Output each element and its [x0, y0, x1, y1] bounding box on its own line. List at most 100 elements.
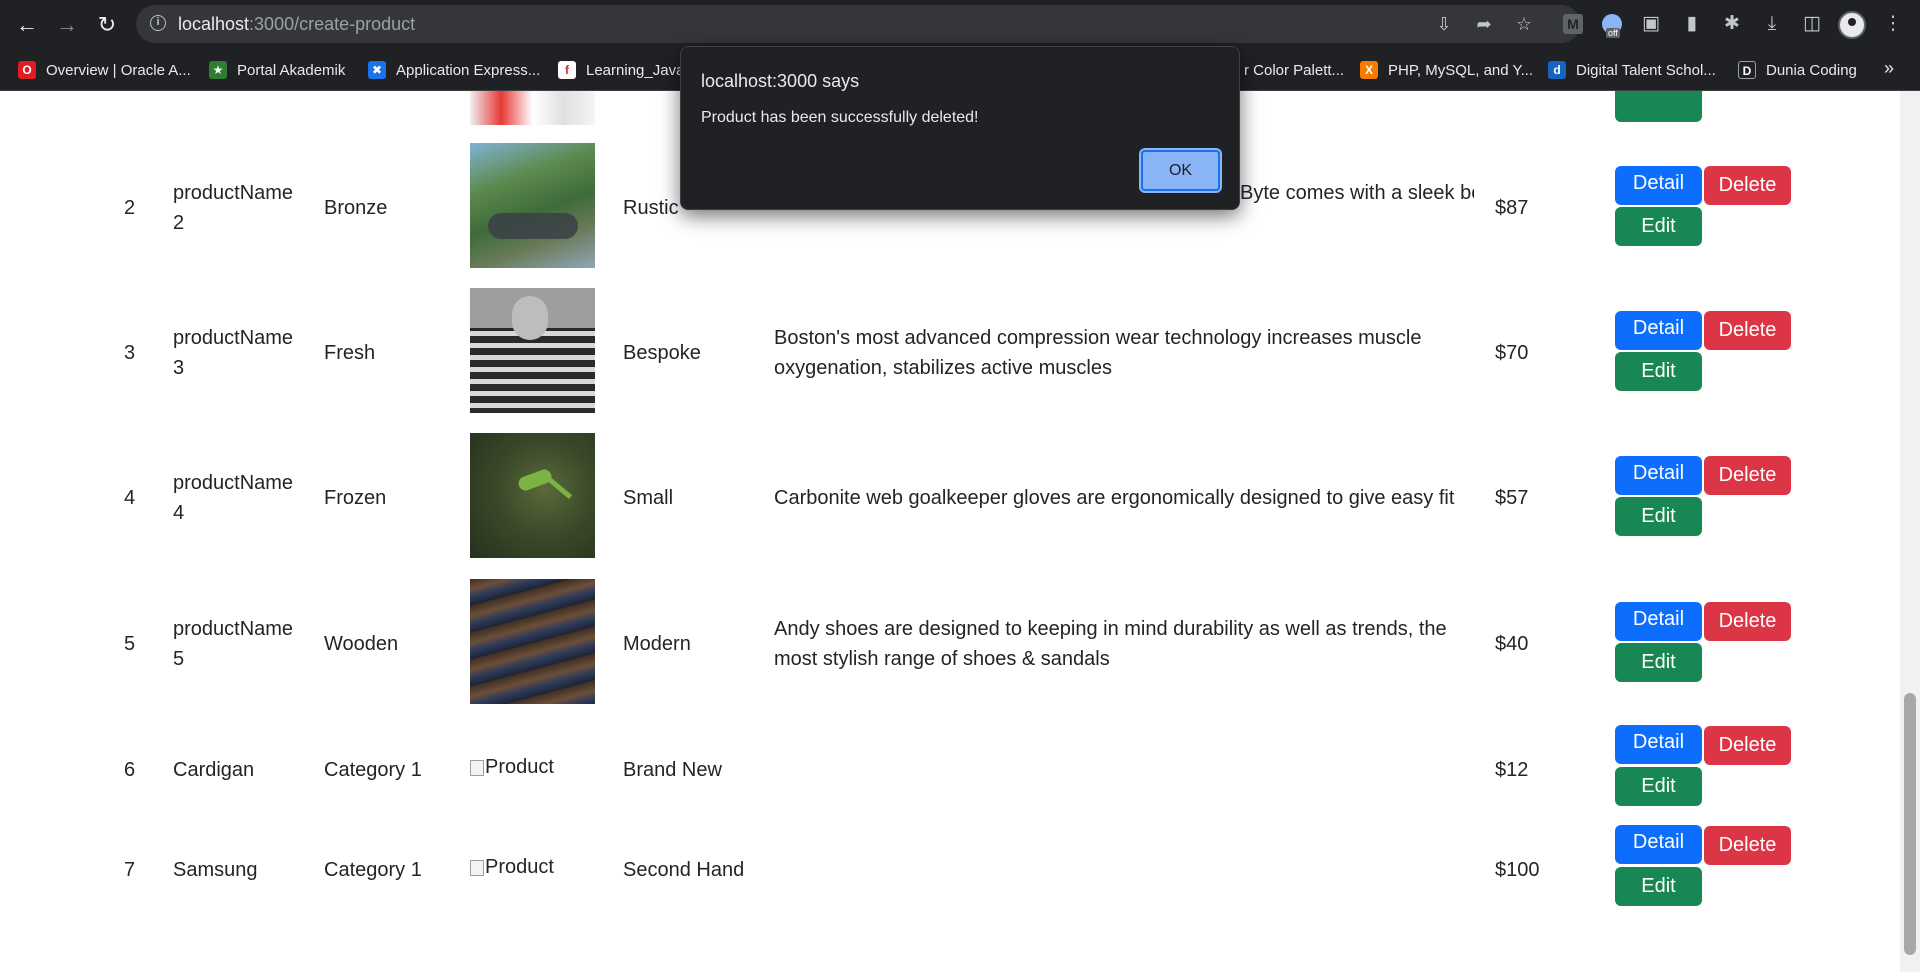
dunia-coding-favicon-icon: D [1738, 61, 1756, 79]
product-price: $70 [1495, 342, 1529, 364]
product-category: Category 1 [324, 859, 422, 881]
broken-image-icon [470, 859, 484, 876]
address-bar[interactable]: i localhost:3000/create-product ⇩ ➦ ☆ [136, 5, 1580, 43]
delete-button[interactable]: Delete [1704, 456, 1791, 495]
detail-button[interactable]: Detail [1615, 166, 1702, 205]
side-panel-icon[interactable]: ◫ [1799, 11, 1825, 37]
share-icon[interactable]: ➦ [1472, 12, 1496, 36]
bookmarks-overflow-icon[interactable]: » [1884, 58, 1894, 79]
bookmark-item[interactable]: X PHP, MySQL, and Y... [1360, 58, 1533, 82]
product-name: Samsung [173, 859, 258, 881]
bookmark-item[interactable]: O Overview | Oracle A... [18, 58, 191, 82]
xampp-favicon-icon: X [1360, 61, 1378, 79]
ok-button[interactable]: OK [1139, 148, 1222, 193]
edit-button[interactable]: Edit [1615, 867, 1702, 906]
product-category: Category 1 [324, 759, 422, 781]
product-name: productName 4 [173, 472, 294, 524]
java-favicon-icon: f [558, 61, 576, 79]
oracle-favicon-icon: O [18, 61, 36, 79]
delete-button[interactable]: Delete [1704, 311, 1791, 350]
back-icon[interactable]: ← [12, 10, 42, 40]
puzzle-extensions-icon[interactable]: ✱ [1719, 11, 1745, 37]
alert-dialog: localhost:3000 says Product has been suc… [680, 46, 1240, 210]
product-image-partial [470, 91, 595, 125]
product-image-broken: Product [470, 756, 554, 779]
product-category: Frozen [324, 487, 387, 509]
bookmark-item[interactable]: r Color Palett... [1244, 58, 1344, 82]
profile-avatar[interactable] [1838, 11, 1866, 39]
delete-button[interactable]: Delete [1704, 166, 1791, 205]
browser-toolbar: ← → ↻ i localhost:3000/create-product ⇩ … [0, 0, 1920, 49]
product-name: productName 3 [173, 327, 294, 379]
row-number: 3 [124, 342, 136, 364]
reload-icon[interactable]: ↻ [92, 10, 122, 40]
product-category: Wooden [324, 633, 399, 655]
detail-button[interactable]: Detail [1615, 311, 1702, 350]
row-number: 6 [124, 759, 136, 781]
bookmark-item[interactable]: ★ Portal Akademik [209, 58, 345, 82]
edit-button[interactable]: Edit [1615, 207, 1702, 246]
product-category: Bronze [324, 197, 388, 219]
forward-icon[interactable]: → [52, 10, 82, 40]
product-image-broken: Product [470, 856, 554, 879]
page-scrollbar[interactable] [1900, 91, 1920, 972]
edit-button-partial[interactable] [1615, 91, 1702, 122]
academic-portal-favicon-icon: ★ [209, 61, 227, 79]
product-image [470, 288, 595, 413]
product-condition: Small [623, 487, 674, 509]
product-condition: Rustic [623, 197, 679, 219]
document-extension-icon[interactable]: ▮ [1679, 11, 1705, 37]
detail-button[interactable]: Detail [1615, 725, 1702, 764]
edit-button[interactable]: Edit [1615, 352, 1702, 391]
product-image [470, 143, 595, 268]
edit-button[interactable]: Edit [1615, 643, 1702, 682]
site-info-icon[interactable]: i [150, 15, 166, 31]
edit-button[interactable]: Edit [1615, 497, 1702, 536]
product-price: $40 [1495, 633, 1529, 655]
bookmark-item[interactable]: f Learning_Java [558, 58, 684, 82]
bookmark-item[interactable]: D Dunia Coding [1738, 58, 1857, 82]
product-image [470, 579, 595, 704]
product-name: Cardigan [173, 759, 255, 781]
product-list-page: 2 productName 2 Bronze Rustic Byte comes… [0, 91, 1920, 972]
product-description: Carbonite web goalkeeper gloves are ergo… [774, 487, 1455, 509]
edit-button[interactable]: Edit [1615, 767, 1702, 806]
product-description: Andy shoes are designed to keeping in mi… [774, 618, 1447, 670]
product-price: $57 [1495, 487, 1529, 509]
delete-button[interactable]: Delete [1704, 602, 1791, 641]
detail-button[interactable]: Detail [1615, 602, 1702, 641]
bookmark-item[interactable]: d Digital Talent Schol... [1548, 58, 1716, 82]
scrollbar-thumb[interactable] [1904, 693, 1916, 955]
url-text[interactable]: localhost:3000/create-product [178, 14, 415, 35]
delete-button[interactable]: Delete [1704, 726, 1791, 765]
broken-image-icon [470, 759, 484, 776]
digital-talent-favicon-icon: d [1548, 61, 1566, 79]
bookmark-item[interactable]: ✖ Application Express... [368, 58, 540, 82]
row-number: 5 [124, 633, 136, 655]
product-description: Boston's most advanced compression wear … [774, 327, 1422, 379]
dialog-message: Product has been successfully deleted! [701, 109, 979, 126]
product-price: $12 [1495, 759, 1529, 781]
detail-button[interactable]: Detail [1615, 456, 1702, 495]
product-category: Fresh [324, 342, 376, 364]
row-number: 2 [124, 197, 136, 219]
row-number: 4 [124, 487, 136, 509]
extension-off-icon[interactable]: off [1600, 14, 1626, 38]
delete-button[interactable]: Delete [1704, 826, 1791, 865]
install-app-icon[interactable]: ⇩ [1432, 12, 1456, 36]
product-image [470, 433, 595, 558]
product-name: productName 2 [173, 182, 294, 234]
camera-extension-icon[interactable]: ▣ [1638, 11, 1664, 37]
detail-button[interactable]: Detail [1615, 825, 1702, 864]
product-price: $87 [1495, 197, 1529, 219]
product-condition: Brand New [623, 759, 722, 781]
menu-kebab-icon[interactable]: ⋮ [1880, 11, 1906, 37]
gmail-extension-icon[interactable]: M [1563, 14, 1583, 34]
product-condition: Bespoke [623, 342, 701, 364]
product-condition: Second Hand [623, 859, 745, 881]
downloads-icon[interactable]: ⤓ [1759, 11, 1785, 37]
bookmark-star-icon[interactable]: ☆ [1512, 12, 1536, 36]
product-price: $100 [1495, 859, 1540, 881]
dialog-title: localhost:3000 says [701, 71, 860, 91]
product-condition: Modern [623, 633, 691, 655]
